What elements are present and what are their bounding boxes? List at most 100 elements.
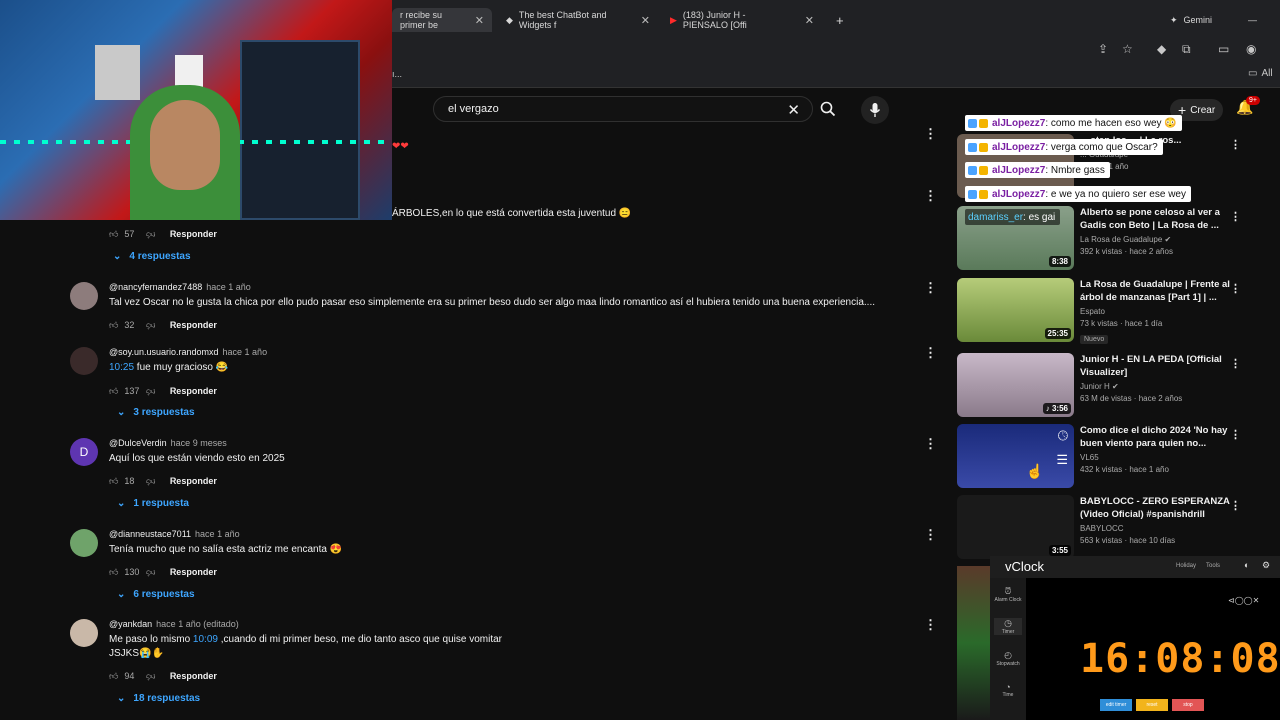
bookmark-overflow[interactable]: ı...: [392, 69, 402, 79]
comment-author[interactable]: @yankdan: [109, 619, 152, 629]
video-menu-icon[interactable]: ⋮: [1230, 428, 1241, 441]
comment-time[interactable]: hace 1 año (editado): [156, 619, 239, 629]
close-icon[interactable]: ✕: [805, 14, 814, 27]
related-video[interactable]: 25:35 La Rosa de Guadalupe | Frente al á…: [957, 278, 1247, 344]
timestamp-link[interactable]: 10:09: [193, 634, 218, 645]
video-channel[interactable]: BABYLOCC: [1080, 524, 1230, 533]
comment-menu-icon[interactable]: ⋮: [924, 345, 937, 361]
avatar[interactable]: [70, 347, 98, 375]
thumbs-up-icon[interactable]: 👍︎: [109, 320, 118, 331]
comment-menu-icon[interactable]: ⋮: [924, 436, 937, 452]
thumbs-down-icon[interactable]: 👍︎: [146, 386, 155, 397]
comment-author[interactable]: @soy.un.usuario.randomxd: [109, 347, 219, 357]
gemini-button[interactable]: ✦ Gemini: [1162, 8, 1220, 32]
vclock-side-time[interactable]: ◔ Time: [994, 682, 1022, 698]
replies-toggle[interactable]: ⌄ 3 respuestas: [117, 407, 195, 418]
search-box[interactable]: ✕: [433, 96, 813, 122]
vclock-side-stopwatch[interactable]: ◴ Stopwatch: [994, 650, 1022, 667]
replies-toggle[interactable]: ⌄ 1 respuesta: [117, 498, 189, 509]
notifications-button[interactable]: 🔔 9+: [1236, 96, 1260, 116]
video-channel[interactable]: VL65: [1080, 453, 1230, 462]
video-channel[interactable]: La Rosa de Guadalupe ✔: [1080, 235, 1230, 244]
reply-button[interactable]: Responder: [170, 386, 217, 396]
stop-button[interactable]: stop: [1172, 699, 1204, 711]
search-input[interactable]: [434, 97, 764, 121]
thumbs-up-icon[interactable]: 👍︎: [109, 386, 118, 397]
video-menu-icon[interactable]: ⋮: [1230, 357, 1241, 370]
comment-time[interactable]: hace 1 año: [206, 282, 251, 292]
reply-button[interactable]: Responder: [170, 567, 217, 577]
browser-tab[interactable]: ◆ The best ChatBot and Widgets f ✕: [498, 8, 658, 32]
install-icon[interactable]: ⇪: [1098, 42, 1108, 56]
browser-tab[interactable]: r recibe su primer be ✕: [392, 8, 492, 32]
thumbs-down-icon[interactable]: 👍︎: [146, 229, 155, 240]
comment-author[interactable]: @nancyfernandez7488: [109, 282, 202, 292]
comment-menu-icon[interactable]: ⋮: [924, 280, 937, 296]
video-title[interactable]: Junior H - EN LA PEDA [Official Visualiz…: [1080, 353, 1230, 379]
avatar[interactable]: D: [70, 438, 98, 466]
video-title[interactable]: Alberto se pone celoso al ver a Gadis co…: [1080, 206, 1230, 232]
replies-toggle[interactable]: ⌄ 18 respuestas: [117, 693, 200, 704]
video-thumbnail[interactable]: 25:35: [957, 278, 1074, 342]
watch-later-icon[interactable]: 🕓︎: [1058, 428, 1068, 444]
related-video[interactable]: 🕓︎ ☰ Como dice el dicho 2024 'No hay bue…: [957, 424, 1247, 488]
voice-search-button[interactable]: [861, 96, 889, 124]
video-title[interactable]: BABYLOCC - ZERO ESPERANZA (Video Oficial…: [1080, 495, 1230, 521]
close-icon[interactable]: ✕: [475, 14, 484, 27]
theme-toggle-icon[interactable]: ◐: [1244, 560, 1249, 570]
extension-diamond-icon[interactable]: ◆: [1157, 42, 1166, 56]
related-video[interactable]: ♪ 3:56 Junior H - EN LA PEDA [Official V…: [957, 353, 1247, 417]
comment-author[interactable]: @DulceVerdin: [109, 438, 167, 448]
thumbs-up-icon[interactable]: 👍︎: [109, 229, 118, 240]
reply-button[interactable]: Responder: [170, 476, 217, 486]
thumbs-up-icon[interactable]: 👍︎: [109, 476, 118, 487]
avatar[interactable]: [70, 619, 98, 647]
thumbs-down-icon[interactable]: 👍︎: [146, 320, 155, 331]
comment-author[interactable]: @dianneustace7011: [109, 529, 191, 539]
vclock-side-alarm[interactable]: ⏰︎ Alarm Clock: [994, 586, 1022, 603]
new-tab-button[interactable]: +: [828, 8, 852, 32]
video-menu-icon[interactable]: ⋮: [1230, 138, 1241, 151]
video-thumbnail[interactable]: 3:55: [957, 495, 1074, 559]
thumbs-up-icon[interactable]: 👍︎: [109, 567, 118, 578]
video-thumbnail[interactable]: 🕓︎ ☰: [957, 424, 1074, 488]
browser-tab[interactable]: ▶ (183) Junior H - PIENSALO [Offi ✕: [662, 8, 822, 32]
reply-button[interactable]: Responder: [170, 320, 217, 330]
sidepanel-icon[interactable]: ▭: [1218, 42, 1229, 56]
all-bookmarks-folder[interactable]: ▭ All: [1248, 68, 1273, 79]
reset-button[interactable]: reset: [1136, 699, 1168, 711]
reply-button[interactable]: Responder: [170, 671, 217, 681]
vclock-window-controls[interactable]: ⊲◯◯✕: [1228, 596, 1259, 605]
video-thumbnail[interactable]: ♪ 3:56: [957, 353, 1074, 417]
reply-button[interactable]: Responder: [170, 229, 217, 239]
avatar[interactable]: [70, 282, 98, 310]
clear-search-icon[interactable]: ✕: [787, 101, 800, 119]
comment-time[interactable]: hace 1 año: [223, 347, 268, 357]
close-icon[interactable]: ✕: [641, 14, 650, 27]
search-button[interactable]: [814, 96, 844, 122]
vclock-menu-tools[interactable]: Tools: [1206, 563, 1220, 569]
puzzle-icon[interactable]: ⧉: [1182, 42, 1191, 57]
timestamp-link[interactable]: 10:25: [109, 362, 134, 373]
settings-icon[interactable]: ⚙: [1262, 560, 1270, 571]
video-menu-icon[interactable]: ⋮: [1230, 210, 1241, 223]
thumbs-up-icon[interactable]: 👍︎: [109, 671, 118, 682]
video-menu-icon[interactable]: ⋮: [1230, 499, 1241, 512]
replies-toggle[interactable]: ⌄ 4 respuestas: [113, 251, 191, 262]
edit-timer-button[interactable]: edit timer: [1100, 699, 1132, 711]
minimize-button[interactable]: —: [1240, 8, 1265, 32]
vclock-side-timer[interactable]: ◷ Timer: [994, 618, 1022, 635]
add-to-queue-icon[interactable]: ☰: [1056, 452, 1068, 468]
video-menu-icon[interactable]: ⋮: [1230, 282, 1241, 295]
video-title[interactable]: La Rosa de Guadalupe | Frente al árbol d…: [1080, 278, 1230, 304]
video-channel[interactable]: Espato: [1080, 307, 1230, 316]
related-video[interactable]: 3:55 BABYLOCC - ZERO ESPERANZA (Video Of…: [957, 495, 1247, 559]
video-title[interactable]: Como dice el dicho 2024 'No hay buen vie…: [1080, 424, 1230, 450]
profile-icon[interactable]: ◉: [1246, 42, 1256, 56]
thumbs-down-icon[interactable]: 👍︎: [146, 567, 155, 578]
replies-toggle[interactable]: ⌄ 6 respuestas: [117, 589, 195, 600]
comment-time[interactable]: hace 1 año: [195, 529, 240, 539]
avatar[interactable]: [70, 529, 98, 557]
video-channel[interactable]: Junior H ✔: [1080, 382, 1230, 391]
comment-time[interactable]: hace 9 meses: [171, 438, 227, 448]
